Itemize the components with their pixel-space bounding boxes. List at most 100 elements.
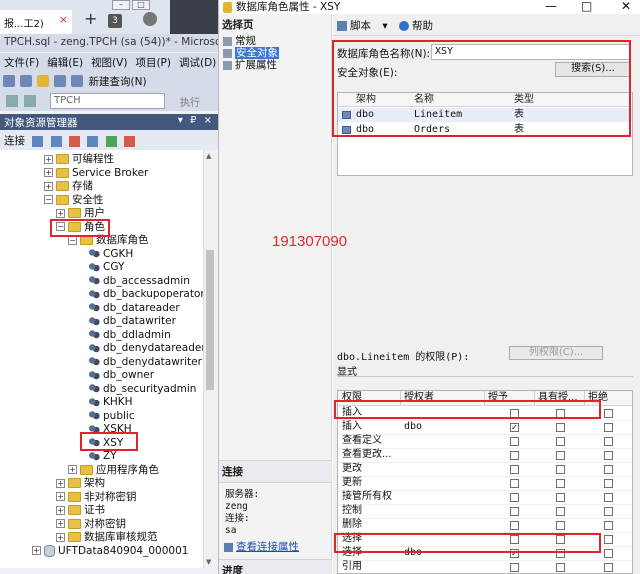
connect-icon[interactable] <box>6 95 18 107</box>
close-icon[interactable]: × <box>59 13 68 26</box>
stop-icon[interactable] <box>69 135 81 147</box>
tree-node[interactable]: − 安全性 <box>44 193 104 207</box>
with-grant-checkbox[interactable] <box>556 521 565 530</box>
role-name-field[interactable]: XSY <box>431 44 631 60</box>
deny-checkbox[interactable] <box>604 493 613 502</box>
script-button[interactable]: 脚本 ▾ <box>337 20 388 32</box>
table-row[interactable]: 更新 <box>338 476 632 491</box>
table-row[interactable]: 选择 <box>338 532 632 547</box>
with-grant-checkbox[interactable] <box>556 493 565 502</box>
maximize-icon[interactable]: □ <box>132 0 150 10</box>
table-row[interactable]: 接管所有权 <box>338 490 632 505</box>
grant-checkbox[interactable] <box>510 479 519 488</box>
table-row[interactable]: 插入 dbo ✓ <box>338 420 632 435</box>
tree-node[interactable]: db_owner <box>88 368 154 382</box>
connect-button[interactable]: 连接 <box>4 135 25 147</box>
expand-icon[interactable]: + <box>44 154 53 164</box>
expand-icon[interactable]: + <box>56 532 65 542</box>
disconnect-icon[interactable] <box>50 135 62 147</box>
column-permissions-button[interactable]: 列权限(C)... <box>509 346 603 360</box>
panel-controls[interactable]: ▾ ₽ × <box>178 115 214 126</box>
with-grant-checkbox[interactable] <box>556 451 565 460</box>
col-grantor[interactable]: 授权者 <box>404 391 434 405</box>
grant-checkbox[interactable] <box>510 493 519 502</box>
tree-node[interactable]: public <box>88 409 135 423</box>
save-all-icon[interactable] <box>71 75 83 87</box>
tree-node[interactable]: CGY <box>88 260 124 274</box>
expand-icon[interactable]: + <box>68 465 77 474</box>
col-name[interactable]: 名称 <box>414 93 434 107</box>
connect-server-icon[interactable] <box>32 135 44 147</box>
help-button[interactable]: 帮助 <box>398 20 441 32</box>
column-separator[interactable] <box>484 391 485 405</box>
forward-icon[interactable] <box>20 75 32 87</box>
deny-checkbox[interactable] <box>604 437 613 446</box>
tree-node[interactable]: + Service Broker <box>44 166 148 180</box>
refresh-icon[interactable] <box>105 135 117 147</box>
tree-scrollbar[interactable]: ▲ ▼ <box>203 150 215 568</box>
with-grant-checkbox[interactable] <box>556 563 565 572</box>
col-grant[interactable]: 授予 <box>488 391 508 405</box>
tree-node[interactable]: − 角色 <box>56 220 105 234</box>
grant-checkbox[interactable] <box>510 563 519 572</box>
col-type[interactable]: 类型 <box>514 93 534 107</box>
view-connection-properties-link[interactable]: 查看连接属性 <box>219 539 332 554</box>
collapse-icon[interactable]: − <box>44 195 53 204</box>
tree-node[interactable]: + 用户 <box>56 206 105 220</box>
table-row[interactable]: 查看定义 <box>338 434 632 449</box>
with-grant-checkbox[interactable] <box>556 465 565 474</box>
tree-node[interactable]: + 非对称密钥 <box>56 490 137 504</box>
deny-checkbox[interactable] <box>604 549 613 558</box>
deny-checkbox[interactable] <box>604 521 613 530</box>
scroll-up-icon[interactable]: ▲ <box>206 152 211 160</box>
tree-node[interactable]: db_denydatawriter <box>88 355 202 369</box>
table-row[interactable]: dbo Lineitem 表 <box>338 108 632 122</box>
new-tab-icon[interactable]: + <box>84 9 97 28</box>
tree-node[interactable]: db_backupoperator <box>88 287 203 301</box>
with-grant-checkbox[interactable] <box>556 479 565 488</box>
search-button[interactable]: 搜索(S)... <box>555 62 631 77</box>
with-grant-checkbox[interactable] <box>556 423 565 432</box>
expand-icon[interactable]: + <box>56 492 65 501</box>
table-row[interactable]: 选择 dbo ✓ <box>338 546 632 561</box>
deny-checkbox[interactable] <box>604 465 613 474</box>
grant-checkbox[interactable]: ✓ <box>510 549 519 558</box>
open-folder-icon[interactable] <box>37 75 49 87</box>
database-select[interactable]: TPCH <box>50 93 165 109</box>
tree-node[interactable]: + 可编程性 <box>44 152 114 166</box>
column-separator[interactable] <box>534 391 535 405</box>
minimize-icon[interactable]: — <box>545 0 557 13</box>
with-grant-checkbox[interactable] <box>556 507 565 516</box>
page-securables[interactable]: 安全对象 <box>219 47 331 59</box>
tab-count-badge[interactable]: 3 <box>108 14 122 28</box>
col-permission[interactable]: 权限 <box>342 391 362 405</box>
with-grant-checkbox[interactable] <box>556 409 565 418</box>
globe-icon[interactable] <box>143 12 157 26</box>
column-separator[interactable] <box>400 391 401 405</box>
menu-file[interactable]: 文件(F) <box>0 53 43 71</box>
table-row[interactable]: 查看更改... <box>338 448 632 463</box>
menu-view[interactable]: 视图(V) <box>87 53 131 71</box>
menu-debug[interactable]: 调试(D) <box>175 53 218 71</box>
grant-checkbox[interactable] <box>510 409 519 418</box>
tree-node[interactable]: db_securityadmin <box>88 382 196 396</box>
back-icon[interactable] <box>3 75 15 87</box>
maximize-icon[interactable]: □ <box>581 0 592 13</box>
activity-monitor-icon[interactable] <box>124 135 136 147</box>
tree-node[interactable]: db_datawriter <box>88 314 176 328</box>
table-row[interactable]: 插入 <box>338 406 632 421</box>
change-connection-icon[interactable] <box>24 95 36 107</box>
tree-node[interactable]: + 架构 <box>56 476 105 490</box>
tree-node[interactable]: KHKH <box>88 395 133 409</box>
minimize-icon[interactable]: – <box>112 0 130 10</box>
tree-node[interactable]: + 数据库审核规范 <box>56 530 158 544</box>
grant-checkbox[interactable] <box>510 465 519 474</box>
save-icon[interactable] <box>54 75 66 87</box>
table-row[interactable]: 控制 <box>338 504 632 519</box>
with-grant-checkbox[interactable] <box>556 437 565 446</box>
grant-checkbox[interactable]: ✓ <box>510 423 519 432</box>
grant-checkbox[interactable] <box>510 507 519 516</box>
filter-icon[interactable] <box>87 135 99 147</box>
table-row[interactable]: dbo Orders 表 <box>338 123 632 137</box>
menu-project[interactable]: 项目(P) <box>131 53 175 71</box>
